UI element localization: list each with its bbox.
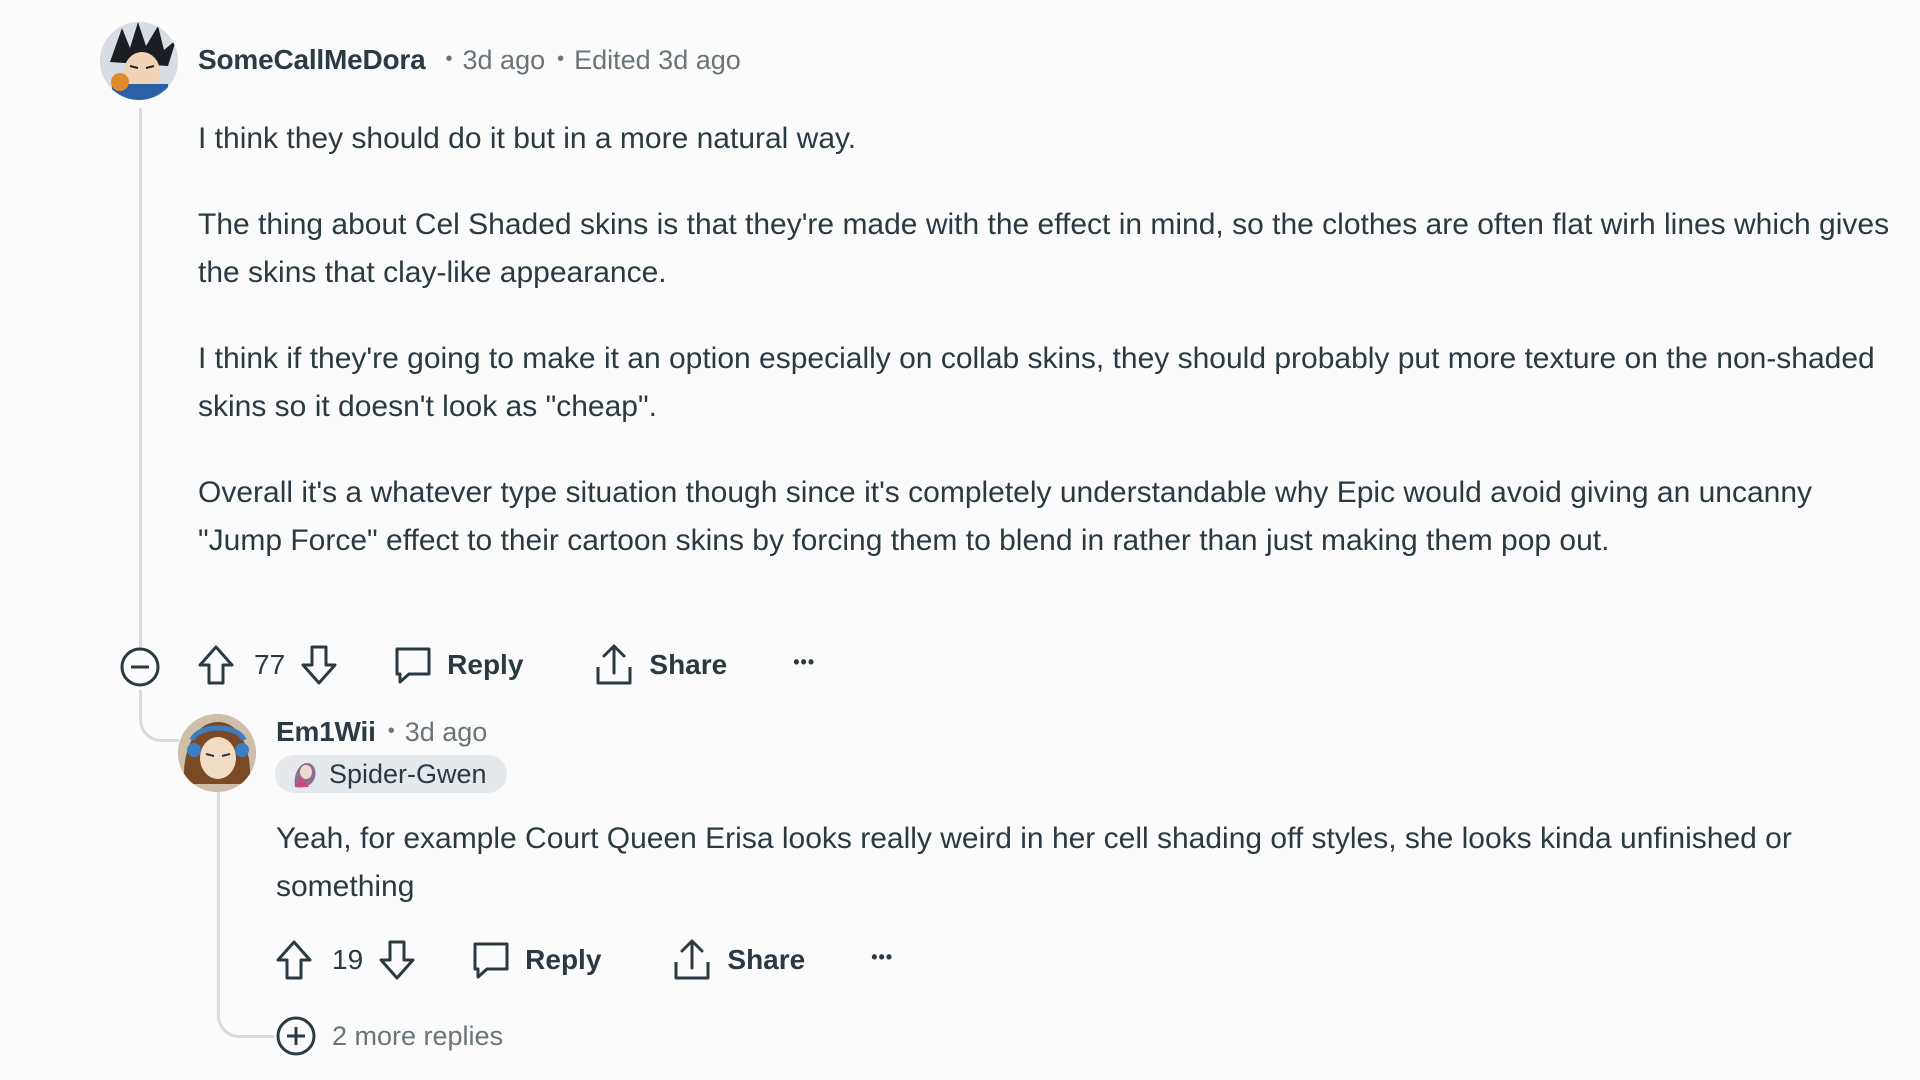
comment-header: SomeCallMeDora • 3d ago • Edited 3d ago <box>198 44 741 76</box>
more-replies-button[interactable]: 2 more replies <box>274 1014 503 1058</box>
vote-count: 19 <box>332 944 364 975</box>
flair-character-icon <box>294 763 316 788</box>
avatar[interactable] <box>100 22 178 100</box>
timestamp[interactable]: 3d ago <box>405 717 488 748</box>
thread-line-main[interactable] <box>139 108 142 650</box>
edited-timestamp: Edited 3d ago <box>574 44 741 75</box>
share-label: Share <box>649 649 728 680</box>
ellipsis-icon: ••• <box>871 946 894 967</box>
vote-count: 77 <box>254 649 286 680</box>
comment-thread: SomeCallMeDora • 3d ago • Edited 3d ago … <box>0 0 1920 1080</box>
separator-dot: • <box>557 47 565 70</box>
comment-actions: 77 Reply Share ••• <box>196 643 815 687</box>
reply-label: Reply <box>525 944 602 975</box>
flair-label: Spider-Gwen <box>329 758 487 789</box>
avatar[interactable] <box>178 714 256 792</box>
speech-bubble-icon <box>395 647 431 684</box>
comment-paragraph: I think if they're going to make it an o… <box>198 342 1875 423</box>
downvote-button[interactable] <box>299 643 339 687</box>
share-icon <box>674 939 710 980</box>
more-replies-label: 2 more replies <box>332 1020 504 1051</box>
share-button[interactable]: Share <box>671 938 805 982</box>
comment-paragraph: Overall it's a whatever type situation t… <box>198 476 1813 557</box>
reply-button[interactable]: Reply <box>393 644 523 686</box>
reply-paragraph: Yeah, for example Court Queen Erisa look… <box>276 822 1792 903</box>
share-label: Share <box>727 944 806 975</box>
downvote-button[interactable] <box>377 938 417 982</box>
more-options-button[interactable]: ••• <box>871 947 893 968</box>
username[interactable]: SomeCallMeDora <box>198 44 426 76</box>
ellipsis-icon: ••• <box>793 651 816 672</box>
thread-line-reply[interactable] <box>217 784 220 1004</box>
arrow-up-icon <box>276 940 312 980</box>
user-flair: Spider-Gwen <box>275 755 507 793</box>
reply-actions: 19 Reply Share ••• <box>274 938 893 982</box>
arrow-up-icon <box>198 645 234 685</box>
speech-bubble-icon <box>473 942 509 979</box>
share-button[interactable]: Share <box>593 643 727 687</box>
reply-header: Em1Wii • 3d ago <box>276 716 487 748</box>
username[interactable]: Em1Wii <box>276 716 376 748</box>
more-options-button[interactable]: ••• <box>793 652 815 673</box>
reply-label: Reply <box>447 649 524 680</box>
minus-circle-icon <box>120 647 160 687</box>
collapse-button[interactable] <box>118 645 162 689</box>
comment-paragraph: I think they should do it but in a more … <box>198 122 857 155</box>
share-icon <box>596 644 632 685</box>
separator-dot: • <box>387 719 395 742</box>
reply-button[interactable]: Reply <box>471 939 601 981</box>
separator-dot: • <box>445 47 453 70</box>
arrow-down-icon <box>301 645 337 685</box>
reply-body: Yeah, for example Court Queen Erisa look… <box>276 815 1796 911</box>
upvote-button[interactable] <box>196 643 236 687</box>
comment-paragraph: The thing about Cel Shaded skins is that… <box>198 208 1890 289</box>
thread-elbow-curve <box>139 690 179 742</box>
timestamp[interactable]: 3d ago <box>463 45 546 76</box>
comment-body: I think they should do it but in a more … <box>198 115 1898 565</box>
thread-elbow-more <box>217 990 275 1038</box>
plus-circle-icon <box>274 1014 318 1058</box>
arrow-down-icon <box>379 940 415 980</box>
upvote-button[interactable] <box>274 938 314 982</box>
